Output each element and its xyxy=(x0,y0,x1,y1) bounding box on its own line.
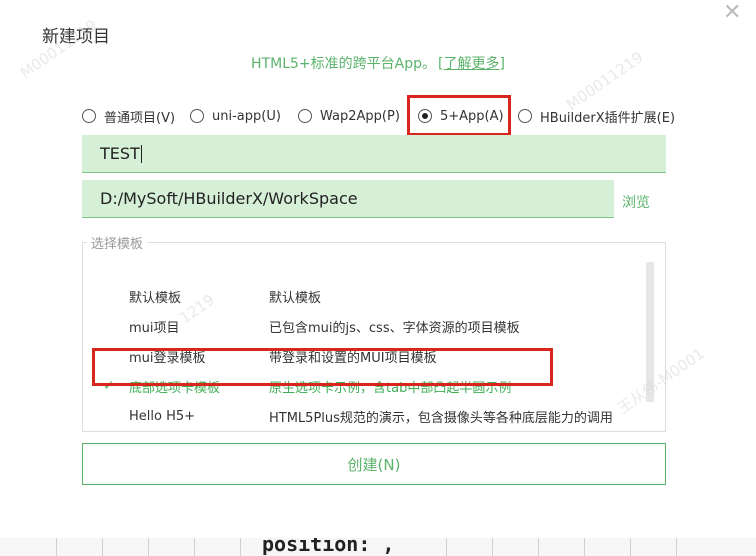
template-row[interactable]: 默认模板 默认模板 xyxy=(83,284,667,308)
radio-label: 普通项目(V) xyxy=(104,110,176,126)
project-name-input[interactable]: TEST xyxy=(82,135,666,173)
template-desc: 默认模板 xyxy=(269,290,322,306)
radio-label: HBuilderX插件扩展(E) xyxy=(540,110,676,126)
template-row[interactable]: mui项目 已包含mui的js、css、字体资源的项目模板 xyxy=(83,314,667,338)
highlight-box-template xyxy=(92,348,553,386)
location-input[interactable]: D:/MySoft/HBuilderX/WorkSpace xyxy=(82,180,614,218)
subtitle-text: HTML5+标准的跨平台App。 xyxy=(251,56,436,72)
highlight-box-5plus-app xyxy=(407,95,511,136)
new-project-dialog: 新建项目 ✕ HTML5+标准的跨平台App。 [了解更多] 普通项目(V) un… xyxy=(0,0,756,538)
background-editor: position: , xyxy=(0,538,756,556)
browse-button[interactable]: 浏览 xyxy=(622,192,650,212)
close-icon[interactable]: ✕ xyxy=(723,2,741,24)
template-row[interactable]: Hello H5+ HTML5Plus规范的演示，包含摄像头等各种底层能力的调用 xyxy=(83,404,667,428)
template-legend: 选择模板 xyxy=(91,237,144,252)
radio-label: Wap2App(P) xyxy=(320,108,400,124)
radio-wap2app[interactable]: Wap2App(P) xyxy=(298,104,400,128)
radio-normal-project[interactable]: 普通项目(V) xyxy=(82,104,175,128)
template-desc: HTML5Plus规范的演示，包含摄像头等各种底层能力的调用 xyxy=(269,410,613,426)
template-name: Hello H5+ xyxy=(129,408,196,424)
text-caret xyxy=(140,144,142,163)
radio-label: uni-app(U) xyxy=(212,108,281,124)
radio-uni-app[interactable]: uni-app(U) xyxy=(190,104,281,128)
project-name-value: TEST xyxy=(100,144,140,163)
radio-circle-icon xyxy=(190,109,204,123)
location-value: D:/MySoft/HBuilderX/WorkSpace xyxy=(100,189,358,208)
radio-hbuilderx-plugin[interactable]: HBuilderX插件扩展(E) xyxy=(518,104,675,128)
radio-circle-icon xyxy=(298,109,312,123)
template-name: 默认模板 xyxy=(129,290,182,306)
template-group: 选择模板 默认模板 默认模板 mui项目 已包含mui的js、css、字体资源的… xyxy=(82,233,666,432)
editor-code-text: position: , xyxy=(262,538,395,556)
create-button[interactable]: 创建(N) xyxy=(82,443,666,485)
radio-circle-icon xyxy=(518,109,532,123)
template-name: mui项目 xyxy=(129,320,180,336)
learn-more-link[interactable]: [了解更多] xyxy=(438,56,505,72)
radio-circle-icon xyxy=(82,109,96,123)
template-desc: 已包含mui的js、css、字体资源的项目模板 xyxy=(269,320,520,336)
